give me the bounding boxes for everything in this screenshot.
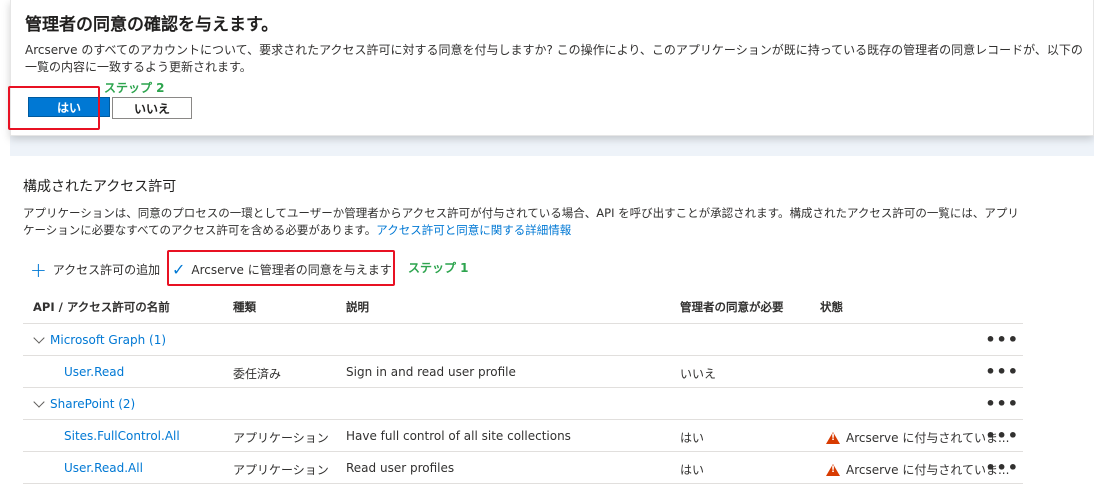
warning-icon [826, 463, 840, 476]
chevron-down-icon [33, 396, 45, 408]
permission-type: 委任済み [233, 367, 282, 381]
permission-name-link[interactable]: User.Read.All [64, 461, 143, 475]
permission-type: アプリケーション [233, 463, 329, 477]
group-label: Microsoft Graph (1) [50, 333, 167, 347]
status-cell: Arcserve に付与されていま... [826, 461, 1009, 478]
header-status[interactable]: 状態 [820, 299, 843, 315]
yes-button[interactable]: はい [28, 97, 110, 117]
add-permission-label: アクセス許可の追加 [52, 263, 161, 277]
grant-admin-consent-button[interactable]: ✓ Arcserve に管理者の同意を与えます [172, 261, 392, 278]
group-row-sharepoint: SharePoint (2) ••• [23, 388, 1023, 420]
permission-description: Have full control of all site collection… [346, 429, 571, 443]
table-header: API / アクセス許可の名前 種類 説明 管理者の同意が必要 状態 [23, 292, 1023, 324]
chevron-down-icon [33, 332, 45, 344]
more-options-icon[interactable]: ••• [985, 458, 1019, 477]
checkmark-icon: ✓ [172, 259, 186, 279]
section-description: アプリケーションは、同意のプロセスの一環としてユーザーか管理者からアクセス許可が… [23, 205, 1023, 239]
more-options-icon[interactable]: ••• [985, 426, 1019, 445]
table-row: User.Read.All アプリケーション Read user profile… [23, 452, 1023, 484]
warning-icon [826, 431, 840, 444]
no-button[interactable]: いいえ [112, 97, 192, 119]
learn-more-link[interactable]: アクセス許可と同意に関する詳細情報 [376, 223, 571, 237]
dialog-message: Arcserve のすべてのアカウントについて、要求されたアクセス許可に対する同… [25, 43, 1083, 74]
group-toggle-microsoft-graph[interactable]: Microsoft Graph (1) [33, 332, 167, 347]
admin-consent-required: はい [680, 463, 705, 477]
consent-dialog: 管理者の同意の確認を与えます。 Arcserve のすべてのアカウントについて、… [10, 0, 1094, 136]
plus-icon: + [30, 257, 47, 282]
permissions-table: API / アクセス許可の名前 種類 説明 管理者の同意が必要 状態 Micro… [23, 292, 1023, 484]
dialog-title: 管理者の同意の確認を与えます。 [25, 15, 279, 35]
permission-description: Read user profiles [346, 461, 455, 475]
dialog-backdrop-band [10, 136, 1094, 156]
permission-description: Sign in and read user profile [346, 365, 516, 379]
group-toggle-sharepoint[interactable]: SharePoint (2) [33, 396, 136, 411]
group-label: SharePoint (2) [50, 397, 136, 411]
add-permission-button[interactable]: + アクセス許可の追加 [30, 257, 161, 282]
step2-annotation: ステップ 2 [104, 81, 165, 95]
admin-consent-required: はい [680, 431, 705, 445]
permission-name-link[interactable]: Sites.FullControl.All [64, 429, 180, 443]
status-cell: Arcserve に付与されていま... [826, 429, 1009, 446]
more-options-icon[interactable]: ••• [985, 330, 1019, 349]
section-title: 構成されたアクセス許可 [23, 179, 177, 195]
header-admin-consent[interactable]: 管理者の同意が必要 [680, 299, 784, 315]
header-type[interactable]: 種類 [233, 299, 256, 315]
header-description[interactable]: 説明 [346, 299, 369, 315]
table-row: User.Read 委任済み Sign in and read user pro… [23, 356, 1023, 388]
admin-consent-required: いいえ [680, 367, 717, 381]
permission-type: アプリケーション [233, 431, 329, 445]
step1-annotation: ステップ 1 [408, 261, 469, 275]
group-row-microsoft-graph: Microsoft Graph (1) ••• [23, 324, 1023, 356]
permission-name-link[interactable]: User.Read [64, 365, 124, 379]
table-row: Sites.FullControl.All アプリケーション Have full… [23, 420, 1023, 452]
grant-admin-consent-label: Arcserve に管理者の同意を与えます [191, 263, 392, 277]
more-options-icon[interactable]: ••• [985, 394, 1019, 413]
more-options-icon[interactable]: ••• [985, 362, 1019, 381]
header-name[interactable]: API / アクセス許可の名前 [33, 299, 170, 315]
